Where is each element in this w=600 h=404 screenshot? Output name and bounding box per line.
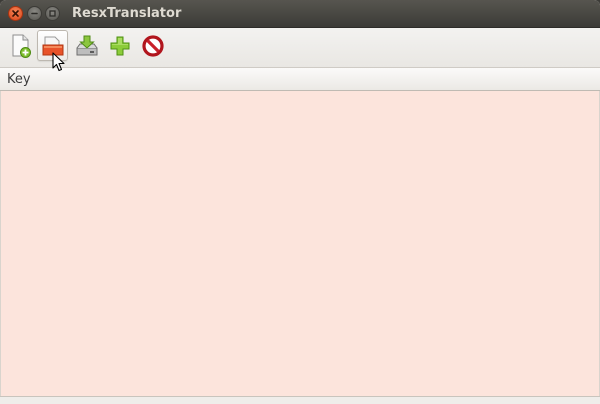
add-button[interactable] bbox=[104, 30, 135, 61]
red-stop-icon bbox=[141, 34, 164, 57]
maximize-window-button[interactable] bbox=[45, 6, 60, 21]
column-header-key[interactable]: Key bbox=[7, 72, 31, 87]
toolbar bbox=[0, 28, 600, 68]
translation-table-body[interactable] bbox=[0, 91, 600, 396]
table-header: Key bbox=[0, 68, 600, 91]
window-title: ResxTranslator bbox=[72, 6, 182, 21]
maximize-icon bbox=[49, 10, 56, 17]
save-drive-icon bbox=[76, 35, 97, 55]
save-button[interactable] bbox=[71, 30, 102, 61]
new-file-button[interactable] bbox=[5, 30, 36, 61]
green-plus-icon bbox=[110, 36, 129, 55]
minimize-icon bbox=[31, 12, 38, 15]
new-document-icon bbox=[12, 34, 31, 58]
close-window-button[interactable] bbox=[8, 6, 23, 21]
mouse-cursor-icon bbox=[52, 52, 65, 72]
delete-button[interactable] bbox=[137, 30, 168, 61]
close-icon bbox=[12, 10, 19, 17]
status-bar bbox=[0, 396, 600, 404]
title-bar[interactable]: ResxTranslator bbox=[0, 0, 600, 28]
app-window: ResxTranslator Key bbox=[0, 0, 600, 404]
minimize-window-button[interactable] bbox=[27, 6, 42, 21]
